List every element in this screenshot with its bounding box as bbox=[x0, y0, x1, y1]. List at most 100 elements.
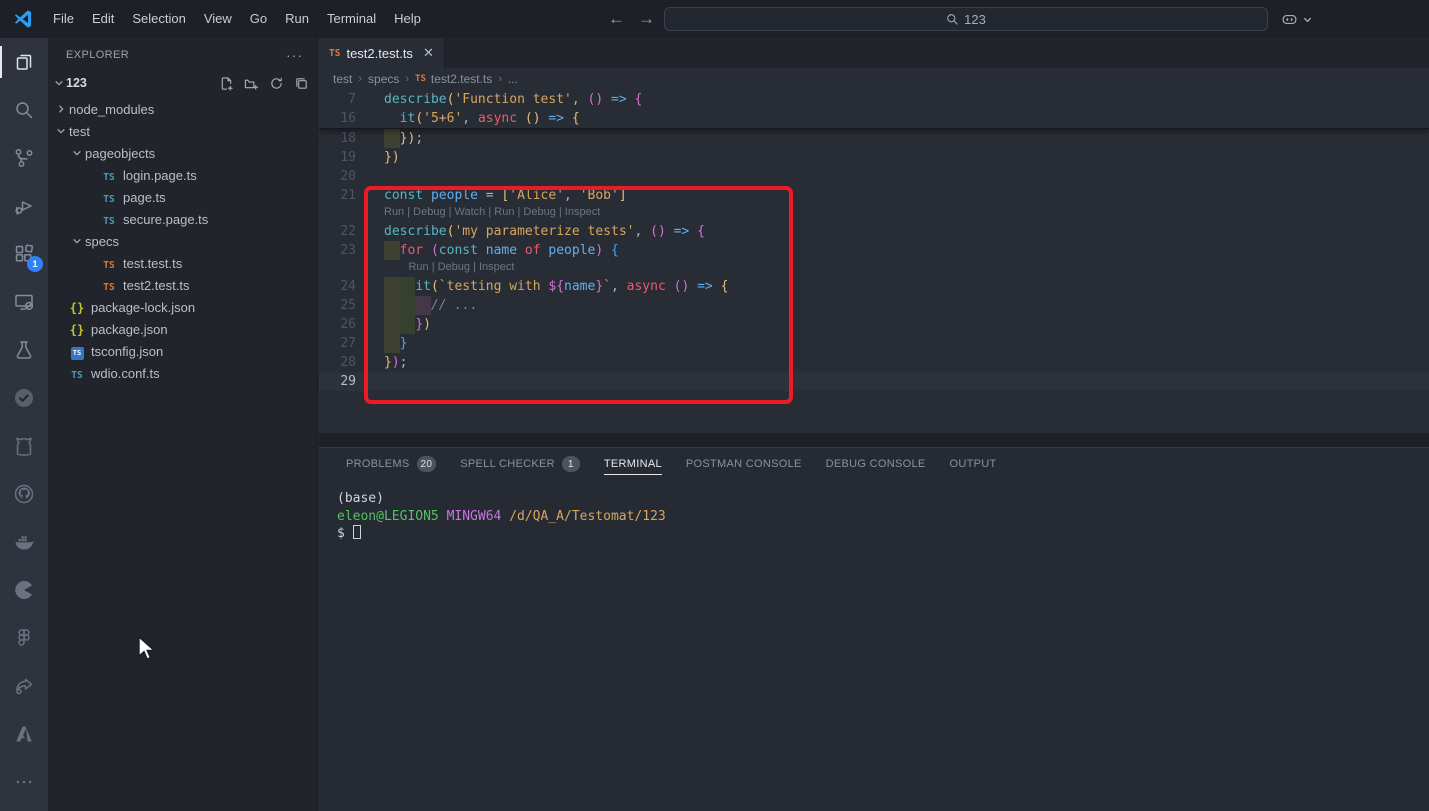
tree-item-page-ts[interactable]: TSpage.ts bbox=[48, 186, 317, 208]
tab-label: test2.test.ts bbox=[346, 46, 412, 61]
tree-item-test2-test-ts[interactable]: TStest2.test.ts bbox=[48, 274, 317, 296]
codelens-actions[interactable]: Run | Debug | Inspect bbox=[319, 260, 1429, 277]
search-icon[interactable] bbox=[0, 86, 48, 134]
check-circle-icon[interactable] bbox=[0, 374, 48, 422]
code-line-27[interactable]: 27 } bbox=[319, 334, 1429, 353]
codelens-actions[interactable]: Run | Debug | Watch | Run | Debug | Insp… bbox=[319, 205, 1429, 222]
remote-explorer-icon[interactable] bbox=[0, 278, 48, 326]
ts-file-icon: TS bbox=[329, 48, 340, 59]
terminal-line: $ bbox=[337, 525, 1429, 543]
vscode-logo-icon bbox=[12, 8, 34, 30]
menu-view[interactable]: View bbox=[195, 0, 241, 38]
panel-tab-terminal[interactable]: TERMINAL bbox=[594, 448, 672, 480]
panel-tab-output[interactable]: OUTPUT bbox=[940, 448, 1007, 480]
tree-item-secure-page-ts[interactable]: TSsecure.page.ts bbox=[48, 208, 317, 230]
more-ellipsis-icon[interactable] bbox=[0, 758, 48, 806]
new-folder-icon[interactable] bbox=[244, 76, 259, 91]
new-file-icon[interactable] bbox=[219, 76, 234, 91]
run-debug-icon[interactable] bbox=[0, 182, 48, 230]
tree-item-pageobjects[interactable]: pageobjects bbox=[48, 142, 317, 164]
tree-item-test[interactable]: test bbox=[48, 120, 317, 142]
tree-item-test-test-ts[interactable]: TStest.test.ts bbox=[48, 252, 317, 274]
nav-back-button[interactable]: ← bbox=[608, 0, 625, 38]
activity-bar: 1 bbox=[0, 38, 48, 811]
panel-badge: 1 bbox=[562, 456, 580, 472]
collapse-all-icon[interactable] bbox=[294, 76, 309, 91]
tree-item-node-modules[interactable]: node_modules bbox=[48, 98, 317, 120]
code-line-26[interactable]: 26 }) bbox=[319, 315, 1429, 334]
menu-terminal[interactable]: Terminal bbox=[318, 0, 385, 38]
panel-tab-problems[interactable]: PROBLEMS20 bbox=[336, 448, 446, 480]
tree-item-package-lock-json[interactable]: {}package-lock.json bbox=[48, 296, 317, 318]
code-lines: 18 });19})2021const people = ['Alice', '… bbox=[319, 129, 1429, 391]
breadcrumb-item-specs[interactable]: specs bbox=[368, 72, 399, 86]
line-number: 29 bbox=[319, 372, 384, 391]
code-line-29[interactable]: 29 bbox=[319, 372, 1429, 391]
terminal-line: (base) bbox=[337, 490, 1429, 508]
tree-item-login-page-ts[interactable]: TSlogin.page.ts bbox=[48, 164, 317, 186]
docker-icon[interactable] bbox=[0, 518, 48, 566]
chevron-down-icon bbox=[1302, 14, 1313, 25]
copilot-button[interactable] bbox=[1280, 0, 1313, 38]
code-line-25[interactable]: 25 // ... bbox=[319, 296, 1429, 315]
azure-icon[interactable] bbox=[0, 710, 48, 758]
files-icon[interactable] bbox=[0, 38, 48, 86]
menu-bar: FileEditSelectionViewGoRunTerminalHelp bbox=[44, 0, 430, 38]
tree-item-package-json[interactable]: {}package.json bbox=[48, 318, 317, 340]
breadcrumb-item-test2-test-ts[interactable]: TStest2.test.ts bbox=[415, 72, 492, 86]
terminal-output[interactable]: (base)eleon@LEGION5 MINGW64 /d/QA_A/Test… bbox=[319, 480, 1429, 543]
panel-tab-spell-checker[interactable]: SPELL CHECKER1 bbox=[450, 448, 590, 480]
chevron-down-icon bbox=[72, 236, 82, 246]
tree-item-label: test bbox=[69, 124, 90, 139]
code-line-16[interactable]: 16 it('5+6', async () => { bbox=[319, 109, 1429, 128]
share-arrow-icon[interactable] bbox=[0, 662, 48, 710]
github-icon[interactable] bbox=[0, 470, 48, 518]
tab-test2-test-ts[interactable]: TS test2.test.ts ✕ bbox=[319, 38, 445, 68]
tree-item-label: node_modules bbox=[69, 102, 154, 117]
gitlens-icon[interactable] bbox=[0, 422, 48, 470]
line-number: 20 bbox=[319, 167, 384, 186]
panel-tab-debug-console[interactable]: DEBUG CONSOLE bbox=[816, 448, 936, 480]
breadcrumb-item-test[interactable]: test bbox=[333, 72, 352, 86]
code-line-7[interactable]: 7describe('Function test', () => { bbox=[319, 90, 1429, 109]
code-line-24[interactable]: 24 it(`testing with ${name}`, async () =… bbox=[319, 277, 1429, 296]
tree-item-tsconfig-json[interactable]: TStsconfig.json bbox=[48, 340, 317, 362]
close-tab-icon[interactable]: ✕ bbox=[423, 45, 434, 61]
breadcrumb-item--[interactable]: ... bbox=[508, 72, 518, 86]
quokka-icon[interactable] bbox=[0, 566, 48, 614]
code-editor[interactable]: 7describe('Function test', () => {16 it(… bbox=[319, 90, 1429, 433]
tree-item-wdio-conf-ts[interactable]: TSwdio.conf.ts bbox=[48, 362, 317, 384]
tsconfig-file-icon: TS bbox=[69, 343, 85, 360]
terminal-cursor bbox=[353, 525, 361, 539]
nav-forward-button[interactable]: → bbox=[638, 0, 655, 38]
menu-file[interactable]: File bbox=[44, 0, 83, 38]
code-line-22[interactable]: 22describe('my parameterize tests', () =… bbox=[319, 222, 1429, 241]
menu-run[interactable]: Run bbox=[276, 0, 318, 38]
menu-go[interactable]: Go bbox=[241, 0, 276, 38]
panel-tab-postman-console[interactable]: POSTMAN CONSOLE bbox=[676, 448, 812, 480]
search-value: 123 bbox=[964, 12, 986, 27]
tree-item-label: specs bbox=[85, 234, 119, 249]
code-line-28[interactable]: 28}); bbox=[319, 353, 1429, 372]
code-line-21[interactable]: 21const people = ['Alice', 'Bob'] bbox=[319, 186, 1429, 205]
figma-icon[interactable] bbox=[0, 614, 48, 662]
line-number: 18 bbox=[319, 129, 384, 148]
line-number: 23 bbox=[319, 241, 384, 260]
menu-help[interactable]: Help bbox=[385, 0, 430, 38]
tree-item-specs[interactable]: specs bbox=[48, 230, 317, 252]
code-line-20[interactable]: 20 bbox=[319, 167, 1429, 186]
source-control-icon[interactable] bbox=[0, 134, 48, 182]
project-root-row[interactable]: 123 bbox=[48, 72, 317, 94]
menu-edit[interactable]: Edit bbox=[83, 0, 123, 38]
command-center-search[interactable]: 123 bbox=[664, 7, 1268, 31]
chevron-down-icon bbox=[56, 126, 66, 136]
menu-selection[interactable]: Selection bbox=[123, 0, 194, 38]
extensions-icon[interactable]: 1 bbox=[0, 230, 48, 278]
line-number: 21 bbox=[319, 186, 384, 205]
code-line-19[interactable]: 19}) bbox=[319, 148, 1429, 167]
sidebar-more-actions-button[interactable]: ··· bbox=[286, 47, 303, 63]
code-line-23[interactable]: 23 for (const name of people) { bbox=[319, 241, 1429, 260]
test-beaker-icon[interactable] bbox=[0, 326, 48, 374]
refresh-icon[interactable] bbox=[269, 76, 284, 91]
code-line-18[interactable]: 18 }); bbox=[319, 129, 1429, 148]
